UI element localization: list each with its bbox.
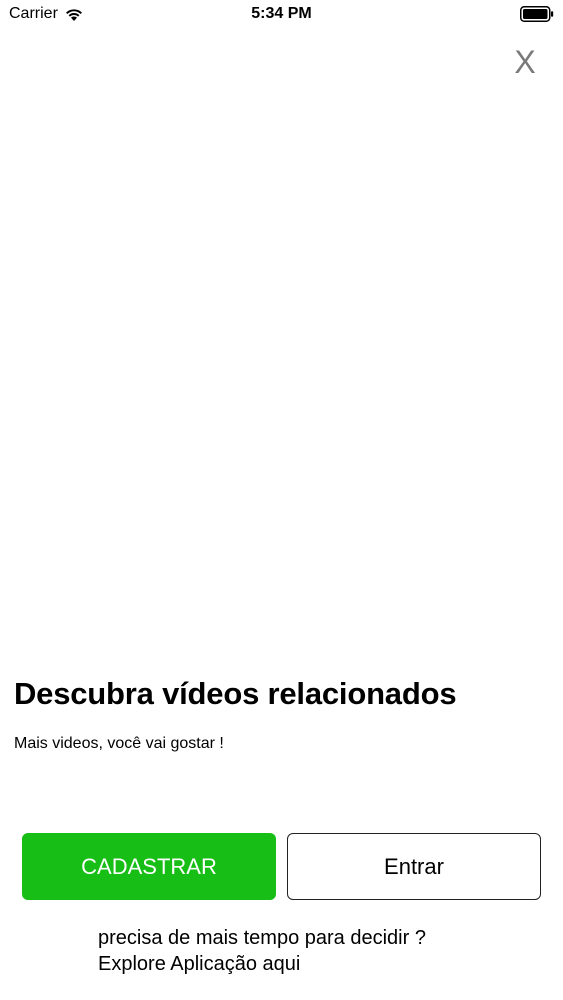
status-bar: Carrier 5:34 PM	[0, 0, 563, 30]
status-time: 5:34 PM	[251, 5, 312, 22]
explore-link-text[interactable]: Explore Aplicação aqui	[98, 951, 426, 977]
explore-prompt-text: precisa de mais tempo para decidir ?	[98, 927, 426, 949]
page-title: Descubra vídeos relacionados	[14, 676, 457, 711]
close-button[interactable]: X	[509, 42, 541, 82]
login-button[interactable]: Entrar	[287, 833, 541, 900]
page-subtitle: Mais videos, você vai gostar !	[14, 735, 224, 752]
signup-button[interactable]: CADASTRAR	[22, 833, 276, 900]
explore-app-link[interactable]: precisa de mais tempo para decidir ? Exp…	[98, 925, 426, 977]
battery-icon	[520, 6, 554, 22]
onboarding-screen: Carrier 5:34 PM X Descubra vídeos relaci…	[0, 0, 563, 1000]
